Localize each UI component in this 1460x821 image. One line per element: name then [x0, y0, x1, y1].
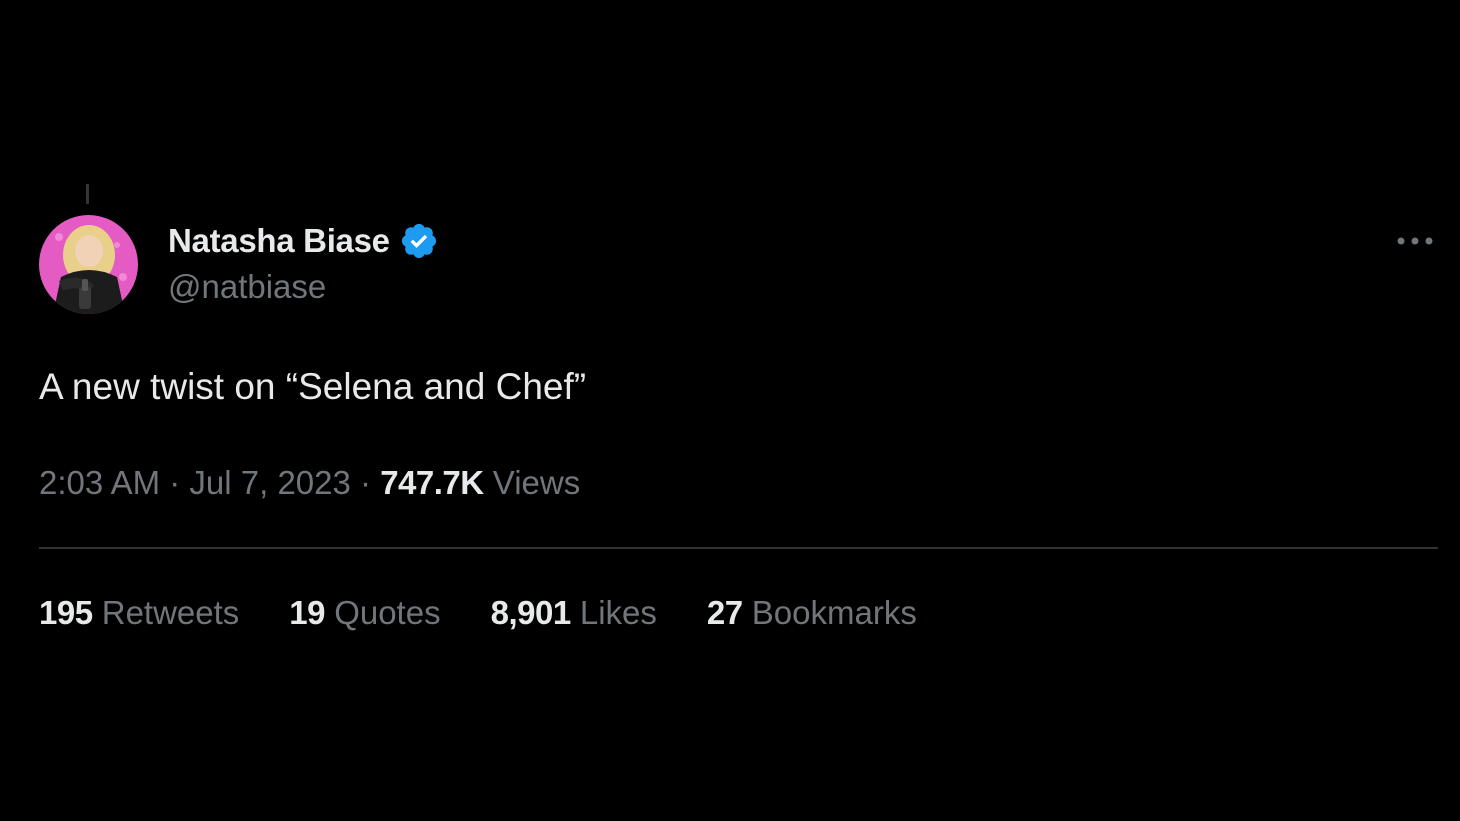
tweet-text: A new twist on “Selena and Chef” [39, 366, 587, 407]
avatar[interactable] [39, 215, 138, 314]
tweet-author: Natasha Biase @natbiase [168, 218, 439, 306]
author-handle[interactable]: @natbiase [168, 268, 439, 306]
retweets-count: 195 [39, 594, 93, 631]
views-label: Views [492, 464, 581, 501]
bookmarks-stat[interactable]: 27 Bookmarks [707, 594, 917, 632]
bookmarks-count: 27 [706, 594, 743, 631]
author-name-row: Natasha Biase [168, 218, 439, 264]
more-horizontal-icon [1397, 237, 1433, 245]
meta-separator: · [160, 464, 190, 501]
likes-label: Likes [579, 594, 657, 631]
quotes-count: 19 [289, 594, 326, 631]
more-options-button[interactable] [1394, 224, 1436, 258]
quotes-stat[interactable]: 19 Quotes [289, 594, 440, 632]
retweets-stat[interactable]: 195 Retweets [39, 594, 239, 632]
thread-connector-line [86, 184, 89, 204]
meta-separator: · [350, 464, 381, 501]
divider [39, 547, 1438, 549]
author-display-name[interactable]: Natasha Biase [168, 222, 390, 260]
bookmarks-label: Bookmarks [751, 594, 917, 631]
tweet-date[interactable]: Jul 7, 2023 [189, 464, 350, 501]
verified-badge-icon[interactable] [399, 221, 439, 261]
tweet-time[interactable]: 2:03 AM [39, 464, 160, 501]
avatar-image [39, 215, 138, 314]
likes-count: 8,901 [490, 594, 572, 631]
likes-stat[interactable]: 8,901 Likes [491, 594, 657, 632]
tweet-meta: 2:03 AM · Jul 7, 2023 · 747.7K Views [39, 464, 580, 502]
retweets-label: Retweets [101, 594, 240, 631]
tweet-stats: 195 Retweets 19 Quotes 8,901 Likes 27 Bo… [39, 594, 967, 632]
quotes-label: Quotes [334, 594, 441, 631]
views-count: 747.7K [380, 464, 484, 501]
